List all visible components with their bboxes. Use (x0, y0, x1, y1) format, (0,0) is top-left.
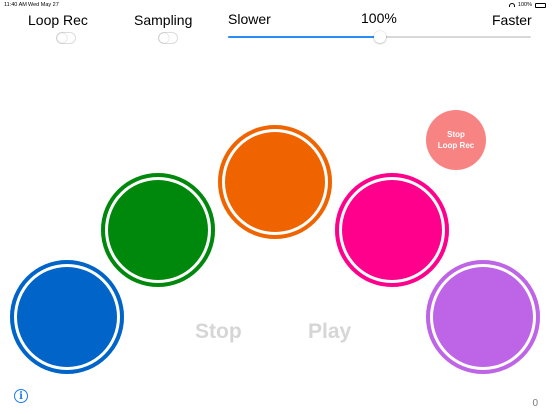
counter-value: 0 (532, 398, 538, 409)
sampling-toggle[interactable] (158, 32, 178, 44)
status-time: 11:40 AM (4, 2, 27, 8)
loop-rec-label: Loop Rec (28, 12, 88, 28)
speed-slider-thumb[interactable] (373, 31, 386, 43)
wifi-icon (508, 3, 515, 7)
speed-value: 100% (361, 10, 397, 26)
pad-green[interactable] (101, 173, 215, 287)
info-icon[interactable]: i (14, 389, 28, 403)
pad-orange[interactable] (218, 125, 332, 239)
battery-percent: 100% (517, 2, 532, 8)
stop-loop-rec-line1: Stop (447, 130, 465, 139)
faster-label: Faster (492, 12, 532, 28)
stop-button[interactable]: Stop (195, 320, 242, 344)
stop-loop-rec-button[interactable]: Stop Loop Rec (426, 110, 486, 170)
toggle-knob (57, 33, 67, 43)
slower-label: Slower (228, 11, 271, 27)
status-date: Wed May 27 (28, 2, 59, 8)
pad-blue[interactable] (10, 260, 124, 374)
loop-rec-toggle[interactable] (56, 32, 76, 44)
speed-slider-fill (228, 36, 380, 38)
pad-pink[interactable] (335, 173, 449, 287)
sampling-label: Sampling (134, 12, 193, 28)
pad-purple[interactable] (426, 260, 540, 374)
toggle-knob (159, 33, 169, 43)
stop-loop-rec-line2: Loop Rec (437, 141, 475, 150)
status-right: 100% (508, 2, 546, 8)
speed-slider[interactable] (228, 31, 531, 43)
play-button[interactable]: Play (308, 320, 351, 344)
battery-icon (535, 2, 546, 8)
status-bar: 11:40 AM Wed May 27 100% (0, 0, 552, 10)
